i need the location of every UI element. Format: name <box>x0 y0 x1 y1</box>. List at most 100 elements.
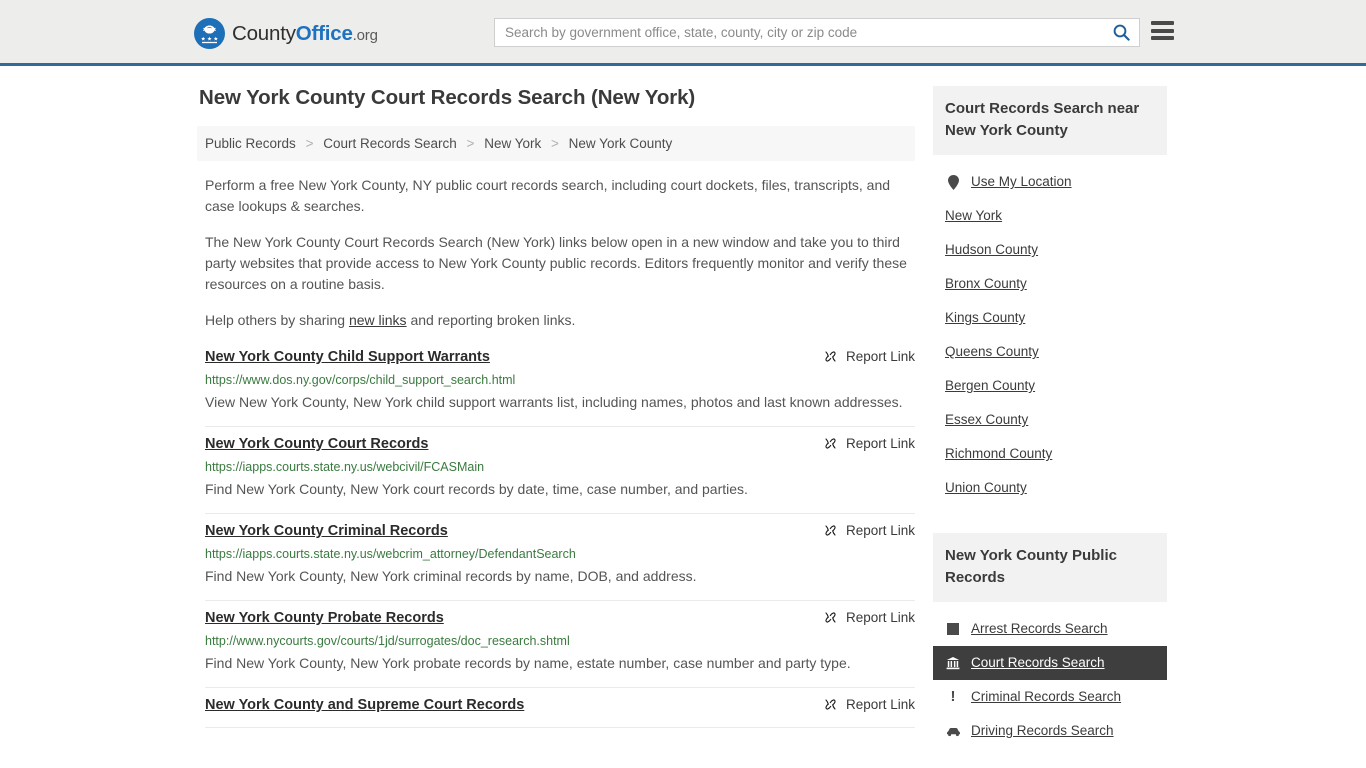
sidebar-item-queens-county[interactable]: Queens County <box>933 335 1167 369</box>
sidebar-item-label: Queens County <box>945 344 1039 359</box>
sidebar-item-label: Criminal Records Search <box>971 689 1122 704</box>
sidebar-item-bergen-county[interactable]: Bergen County <box>933 369 1167 403</box>
page-body: New York County Court Records Search (Ne… <box>0 66 1366 756</box>
sidebar-item-label: Hudson County <box>945 242 1039 257</box>
result-title-link[interactable]: New York County Criminal Records <box>205 522 448 541</box>
result-item: New York County Criminal Records Report … <box>205 514 915 601</box>
report-link-label: Report Link <box>845 610 915 625</box>
result-title-link[interactable]: New York County and Supreme Court Record… <box>205 696 524 715</box>
new-links-link[interactable]: new links <box>349 312 407 328</box>
result-description: View New York County, New York child sup… <box>205 394 903 410</box>
logo-text-county: County <box>232 21 296 45</box>
sidebar-item-new-york[interactable]: New York <box>933 199 1167 233</box>
result-title-link[interactable]: New York County Child Support Warrants <box>205 348 490 367</box>
breadcrumb-item-public-records[interactable]: Public Records <box>205 136 296 151</box>
broken-link-icon <box>825 438 836 449</box>
report-link-button[interactable]: Report Link <box>823 348 915 364</box>
page-title: New York County Court Records Search (Ne… <box>199 86 696 109</box>
sidebar-item-arrest-records-search[interactable]: Arrest Records Search <box>933 612 1167 646</box>
report-link-button[interactable]: Report Link <box>823 522 915 538</box>
intro-paragraph-2: The New York County Court Records Search… <box>205 234 907 292</box>
sidebar-item-label: Bronx County <box>945 276 1027 291</box>
hamburger-bar <box>1151 21 1174 25</box>
result-url: https://iapps.courts.state.ny.us/webcrim… <box>205 547 576 561</box>
breadcrumb-separator: > <box>466 136 475 151</box>
intro-p3-after: and reporting broken links. <box>406 312 576 328</box>
breadcrumb-item-new-york-county: New York County <box>568 136 673 151</box>
site-logo[interactable]: CountyOffice.org <box>194 18 378 49</box>
search-input[interactable] <box>495 19 1103 46</box>
result-item: New York County and Supreme Court Record… <box>205 688 915 728</box>
broken-link-icon <box>825 525 836 536</box>
sidebar-item-court-records-search[interactable]: Court Records Search <box>933 646 1167 680</box>
sidebar-item-union-county[interactable]: Union County <box>933 471 1167 505</box>
report-link-label: Report Link <box>845 523 915 538</box>
report-link-button[interactable]: Report Link <box>823 696 915 712</box>
breadcrumb: Public Records > Court Records Search > … <box>197 126 915 161</box>
sidebar-item-bronx-county[interactable]: Bronx County <box>933 267 1167 301</box>
result-header: New York County Court Records Report Lin… <box>205 435 915 454</box>
sidebar-item-label: Union County <box>945 480 1027 495</box>
report-link-button[interactable]: Report Link <box>823 609 915 625</box>
sidebar-item-label: Court Records Search <box>971 655 1105 670</box>
intro-paragraph-3: Help others by sharing new links and rep… <box>197 310 915 331</box>
search-button[interactable] <box>1103 19 1139 46</box>
sidebar-item-label: Arrest Records Search <box>971 621 1108 636</box>
eagle-seal-logo-icon <box>194 18 225 49</box>
result-header: New York County Probate Records Report L… <box>205 609 915 628</box>
sidebar-public-records-list: Arrest Records Search Court Records Sear… <box>933 602 1167 748</box>
content-container: New York County Court Records Search (Ne… <box>193 86 1173 756</box>
logo-text-tld: .org <box>352 26 378 44</box>
report-link-label: Report Link <box>845 697 915 712</box>
sidebar: Court Records Search near New York Count… <box>933 86 1167 756</box>
result-title-link[interactable]: New York County Probate Records <box>205 609 444 628</box>
sidebar-nearby-heading: Court Records Search near New York Count… <box>933 86 1167 155</box>
sidebar-item-label: Driving Records Search <box>971 723 1114 738</box>
broken-link-icon <box>825 351 836 362</box>
sidebar-nearby-list: Use My Location New York Hudson County B… <box>933 155 1167 505</box>
breadcrumb-item-court-records-search[interactable]: Court Records Search <box>323 136 457 151</box>
intro-paragraph-1: Perform a free New York County, NY publi… <box>205 177 891 214</box>
result-url: https://iapps.courts.state.ny.us/webcivi… <box>205 460 485 474</box>
report-link-label: Report Link <box>845 436 915 451</box>
result-url: https://www.dos.ny.gov/corps/child_suppo… <box>205 373 516 387</box>
intro-p3-before: Help others by sharing <box>205 312 349 328</box>
sidebar-item-richmond-county[interactable]: Richmond County <box>933 437 1167 471</box>
sidebar-item-label: Bergen County <box>945 378 1036 393</box>
sidebar-item-use-my-location[interactable]: Use My Location <box>933 165 1167 199</box>
sidebar-item-driving-records-search[interactable]: Driving Records Search <box>933 714 1167 748</box>
sidebar-item-label: Essex County <box>945 412 1029 427</box>
sidebar-item-hudson-county[interactable]: Hudson County <box>933 233 1167 267</box>
result-title-link[interactable]: New York County Court Records <box>205 435 428 454</box>
search-bar[interactable] <box>494 18 1140 47</box>
broken-link-icon <box>825 612 836 623</box>
hamburger-menu-icon[interactable] <box>1151 21 1174 40</box>
sidebar-item-criminal-records-search[interactable]: ! Criminal Records Search <box>933 680 1167 714</box>
search-icon <box>1113 24 1130 41</box>
intro-text: Perform a free New York County, NY publi… <box>197 175 915 331</box>
site-header: CountyOffice.org <box>0 0 1366 66</box>
broken-link-icon <box>825 699 836 710</box>
results-list: New York County Child Support Warrants R… <box>197 346 915 728</box>
site-logo-text: CountyOffice.org <box>232 22 378 46</box>
main-column: New York County Court Records Search (Ne… <box>193 86 915 728</box>
breadcrumb-separator: > <box>305 136 314 151</box>
sidebar-item-label: New York <box>945 208 1003 223</box>
report-link-button[interactable]: Report Link <box>823 435 915 451</box>
result-header: New York County Child Support Warrants R… <box>205 348 915 367</box>
sidebar-item-essex-county[interactable]: Essex County <box>933 403 1167 437</box>
result-description: Find New York County, New York criminal … <box>205 568 697 584</box>
map-pin-icon <box>945 174 961 190</box>
report-link-label: Report Link <box>845 349 915 364</box>
exclamation-icon: ! <box>950 688 956 705</box>
sidebar-panel-nearby: Court Records Search near New York Count… <box>933 86 1167 505</box>
result-url: http://www.nycourts.gov/courts/1jd/surro… <box>205 634 570 648</box>
result-header: New York County and Supreme Court Record… <box>205 696 915 715</box>
sidebar-panel-public-records: New York County Public Records Arrest Re… <box>933 533 1167 748</box>
result-item: New York County Child Support Warrants R… <box>205 346 915 427</box>
breadcrumb-item-new-york[interactable]: New York <box>484 136 541 151</box>
result-header: New York County Criminal Records Report … <box>205 522 915 541</box>
logo-text-office: Office <box>295 21 353 45</box>
result-description: Find New York County, New York court rec… <box>205 481 748 497</box>
sidebar-item-kings-county[interactable]: Kings County <box>933 301 1167 335</box>
